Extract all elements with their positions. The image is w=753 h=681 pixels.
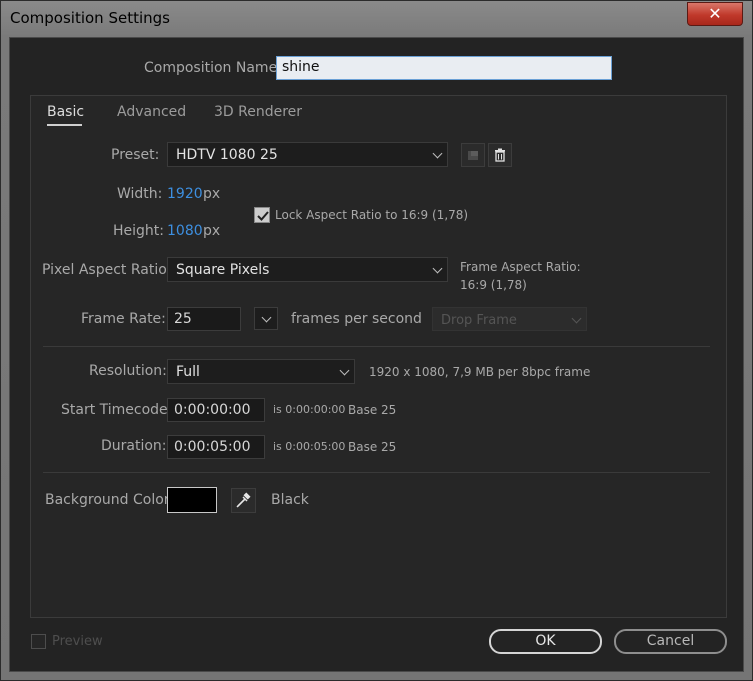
tab-advanced[interactable]: Advanced [117,104,186,120]
duration-label: Duration: [101,438,167,454]
lock-aspect-label: Lock Aspect Ratio to 16:9 (1,78) [275,208,469,222]
width-label: Width: [117,186,163,202]
start-timecode-label: Start Timecode: [61,402,173,418]
width-unit: px [203,186,221,202]
lock-aspect-checkbox[interactable] [254,207,270,223]
frame-aspect-label: Frame Aspect Ratio: [460,260,581,274]
preset-value: HDTV 1080 25 [176,147,278,163]
frame-rate-unit: frames per second [291,311,422,327]
chevron-down-icon [261,312,272,323]
height-label: Height: [113,223,164,239]
close-icon: ✕ [708,4,722,23]
composition-settings-window: Composition Settings ✕ Composition Name:… [0,0,753,681]
eyedropper-button[interactable] [231,488,256,513]
tab-basic[interactable]: Basic [47,104,84,120]
background-color-name: Black [271,492,309,508]
active-tab-indicator [47,124,82,126]
section-divider [43,472,710,473]
eyedropper-icon [236,492,251,508]
start-timecode-input[interactable]: 0:00:00:00 [167,398,265,422]
frame-aspect-value: 16:9 (1,78) [460,278,527,292]
ok-button[interactable]: OK [489,629,602,654]
delete-preset-button[interactable] [488,143,512,167]
pixel-aspect-label: Pixel Aspect Ratio: [42,262,172,278]
resolution-dropdown[interactable]: Full [167,359,355,384]
dialog-client-area: Composition Name: shine Basic Advanced 3… [9,37,744,672]
title-bar[interactable]: Composition Settings ✕ [1,1,752,37]
save-preset-icon [468,151,478,160]
start-timecode-base: Base 25 [348,403,397,417]
resolution-info: 1920 x 1080, 7,9 MB per 8bpc frame [369,365,591,379]
chevron-down-icon [432,148,443,159]
composition-name-input[interactable]: shine [276,56,612,80]
background-color-label: Background Color: [45,492,174,508]
tab-3d-renderer[interactable]: 3D Renderer [214,104,302,120]
height-value[interactable]: 1080 [167,223,203,239]
window-title: Composition Settings [10,9,170,27]
chevron-down-icon [432,263,443,274]
width-value[interactable]: 1920 [167,186,203,202]
duration-is: is 0:00:05:00 [273,440,346,453]
pixel-aspect-value: Square Pixels [176,262,270,278]
preview-label: Preview [52,634,103,649]
resolution-label: Resolution: [89,363,167,379]
save-preset-button[interactable] [461,143,485,167]
resolution-value: Full [176,364,200,380]
drop-frame-dropdown: Drop Frame [432,307,587,331]
chevron-down-icon [339,365,350,376]
frame-rate-dropdown[interactable] [254,307,278,330]
section-divider [43,346,710,347]
trash-icon [495,148,505,162]
height-unit: px [203,223,221,239]
preset-dropdown[interactable]: HDTV 1080 25 [167,142,448,167]
close-button[interactable]: ✕ [687,2,743,26]
background-color-swatch[interactable] [167,487,217,513]
preset-label: Preset: [111,147,160,163]
pixel-aspect-dropdown[interactable]: Square Pixels [167,257,448,282]
start-timecode-is: is 0:00:00:00 [273,403,346,416]
drop-frame-value: Drop Frame [441,313,517,328]
cancel-button[interactable]: Cancel [614,629,727,654]
chevron-down-icon [571,313,582,324]
composition-name-label: Composition Name: [144,60,282,76]
duration-base: Base 25 [348,440,397,454]
checkmark-icon [257,211,269,221]
duration-input[interactable]: 0:00:05:00 [167,435,265,459]
frame-rate-label: Frame Rate: [81,311,166,327]
frame-rate-input[interactable]: 25 [167,307,241,331]
preview-checkbox[interactable] [31,634,46,649]
settings-panel: Basic Advanced 3D Renderer Preset: HDTV … [30,95,727,618]
